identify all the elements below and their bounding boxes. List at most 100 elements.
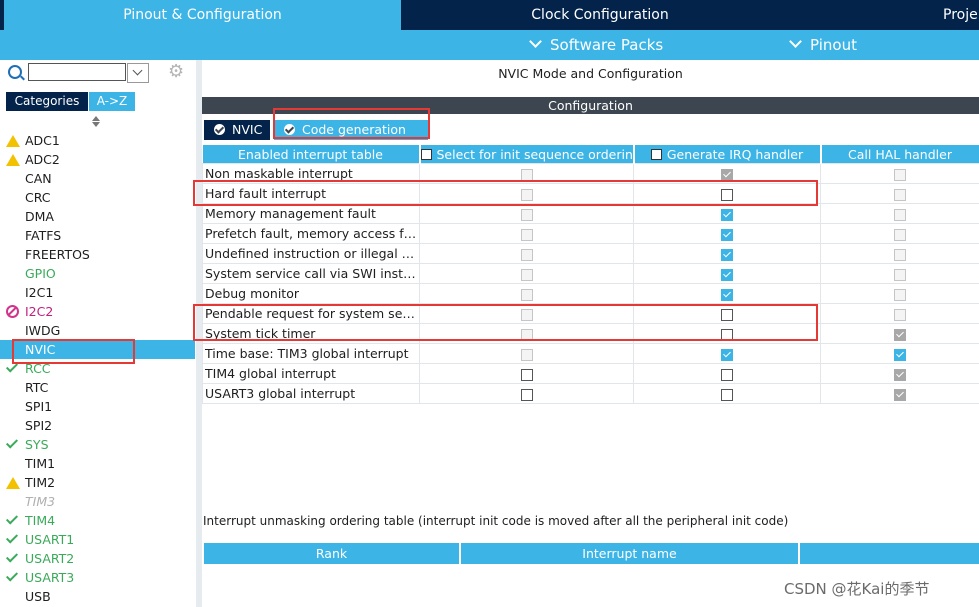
tab-pinout-configuration[interactable]: Pinout & Configuration: [4, 0, 401, 30]
check-circle-icon: [214, 124, 225, 135]
peripheral-item-tim1[interactable]: TIM1: [0, 454, 195, 473]
peripheral-item-spi2[interactable]: SPI2: [0, 416, 195, 435]
peripheral-item-crc[interactable]: CRC: [0, 188, 195, 207]
interrupt-name: Prefetch fault, memory access fault: [202, 223, 420, 244]
select-init-order-checkbox[interactable]: [520, 368, 533, 381]
peripheral-item-i2c2[interactable]: I2C2: [0, 302, 195, 321]
tab-clock-configuration[interactable]: Clock Configuration: [403, 0, 797, 30]
check-icon: [6, 532, 20, 546]
generate-irq-cell: [633, 223, 821, 244]
select-init-order-cell: [419, 243, 634, 264]
peripheral-item-usart2[interactable]: USART2: [0, 549, 195, 568]
peripheral-item-adc1[interactable]: ADC1: [0, 131, 195, 150]
generate-irq-checkbox[interactable]: [721, 228, 733, 241]
generate-irq-checkbox[interactable]: [721, 208, 733, 221]
tab-nvic[interactable]: NVIC: [204, 120, 270, 140]
unmask-ordering-note: Interrupt unmasking ordering table (inte…: [203, 514, 789, 528]
header-enabled-interrupt: Enabled interrupt table: [202, 145, 421, 164]
header-generate-irq[interactable]: Generate IRQ handler: [633, 145, 822, 164]
peripheral-item-gpio[interactable]: GPIO: [0, 264, 195, 283]
header-checkbox[interactable]: [420, 148, 432, 160]
search-dropdown-button[interactable]: [127, 63, 149, 83]
select-init-order-cell: [419, 203, 634, 224]
software-packs-menu[interactable]: Software Packs: [529, 30, 663, 60]
call-hal-checkbox: [894, 268, 906, 281]
interrupt-name: Memory management fault: [202, 203, 420, 224]
pinout-menu[interactable]: Pinout: [789, 30, 857, 60]
generate-irq-cell: [633, 383, 821, 404]
peripheral-item-tim4[interactable]: TIM4: [0, 511, 195, 530]
peripheral-item-sys[interactable]: SYS: [0, 435, 195, 454]
sub-menu-bar: Software Packs Pinout: [0, 30, 979, 60]
generate-irq-checkbox[interactable]: [721, 268, 733, 281]
interrupt-name: USART3 global interrupt: [202, 383, 420, 404]
select-init-order-cell: [419, 223, 634, 244]
peripheral-label: I2C2: [25, 304, 54, 319]
call-hal-checkbox: [894, 208, 906, 221]
peripheral-item-dma[interactable]: DMA: [0, 207, 195, 226]
generate-irq-checkbox[interactable]: [721, 348, 733, 361]
peripheral-item-can[interactable]: CAN: [0, 169, 195, 188]
peripheral-label: TIM3: [25, 494, 56, 509]
sort-icon[interactable]: [92, 116, 100, 127]
call-hal-checkbox: [894, 388, 906, 401]
peripheral-item-iwdg[interactable]: IWDG: [0, 321, 195, 340]
gear-icon[interactable]: ⚙: [168, 63, 184, 81]
peripheral-item-usart3[interactable]: USART3: [0, 568, 195, 587]
call-hal-checkbox[interactable]: [894, 348, 906, 361]
header-checkbox[interactable]: [650, 148, 662, 160]
select-init-order-checkbox: [520, 208, 533, 221]
table-row: System service call via SWI instru...: [202, 263, 979, 284]
select-init-order-checkbox: [520, 168, 533, 181]
select-init-order-checkbox[interactable]: [520, 388, 533, 401]
peripheral-item-freertos[interactable]: FREERTOS: [0, 245, 195, 264]
select-init-order-checkbox: [520, 268, 533, 281]
peripheral-label: USART2: [25, 551, 75, 566]
header-call-hal: Call HAL handler: [820, 145, 979, 164]
generate-irq-checkbox[interactable]: [721, 368, 733, 381]
table-row: Debug monitor: [202, 283, 979, 304]
tab-a-z[interactable]: A->Z: [89, 92, 135, 111]
table-row: Prefetch fault, memory access fault: [202, 223, 979, 244]
interrupt-name: System service call via SWI instru...: [202, 263, 420, 284]
generate-irq-cell: [633, 243, 821, 264]
generate-irq-checkbox[interactable]: [721, 248, 733, 261]
interrupt-name: Debug monitor: [202, 283, 420, 304]
peripheral-item-usart1[interactable]: USART1: [0, 530, 195, 549]
peripheral-item-rtc[interactable]: RTC: [0, 378, 195, 397]
generate-irq-cell: [633, 343, 821, 364]
generate-irq-cell: [633, 363, 821, 384]
peripheral-label: TIM1: [25, 456, 56, 471]
tab-project-manager[interactable]: Proje: [799, 0, 979, 30]
peripheral-item-spi1[interactable]: SPI1: [0, 397, 195, 416]
search-input[interactable]: [28, 63, 126, 81]
peripheral-item-tim3[interactable]: TIM3: [0, 492, 195, 511]
call-hal-checkbox: [894, 168, 906, 181]
call-hal-cell: [820, 183, 979, 204]
peripheral-label: FREERTOS: [25, 247, 90, 262]
generate-irq-checkbox[interactable]: [721, 388, 733, 401]
peripheral-item-fatfs[interactable]: FATFS: [0, 226, 195, 245]
generate-irq-checkbox[interactable]: [721, 288, 733, 301]
table-row: Memory management fault: [202, 203, 979, 224]
call-hal-cell: [820, 243, 979, 264]
left-panel: ⚙ Categories A->Z ADC1 ADC2 CAN CRC DMA FATFS…: [0, 60, 197, 607]
call-hal-cell: [820, 363, 979, 384]
call-hal-cell: [820, 323, 979, 344]
peripheral-item-i2c1[interactable]: I2C1: [0, 283, 195, 302]
select-init-order-cell: [419, 383, 634, 404]
peripheral-item-tim2[interactable]: TIM2: [0, 473, 195, 492]
generate-irq-cell: [633, 203, 821, 224]
chevron-down-icon: [529, 35, 542, 48]
call-hal-checkbox: [894, 308, 906, 321]
header-select-init-order[interactable]: Select for init sequence ordering: [419, 145, 635, 164]
check-icon: [6, 551, 20, 565]
peripheral-label: SYS: [25, 437, 49, 452]
peripheral-item-adc2[interactable]: ADC2: [0, 150, 195, 169]
peripheral-item-usb[interactable]: USB: [0, 587, 195, 606]
pinout-label: Pinout: [810, 36, 857, 54]
peripheral-list: ADC1 ADC2 CAN CRC DMA FATFS FREERTOS GPIO I2C1 I2…: [0, 131, 195, 606]
select-init-order-checkbox: [520, 248, 533, 261]
peripheral-label: FATFS: [25, 228, 62, 243]
tab-categories[interactable]: Categories: [6, 92, 88, 111]
